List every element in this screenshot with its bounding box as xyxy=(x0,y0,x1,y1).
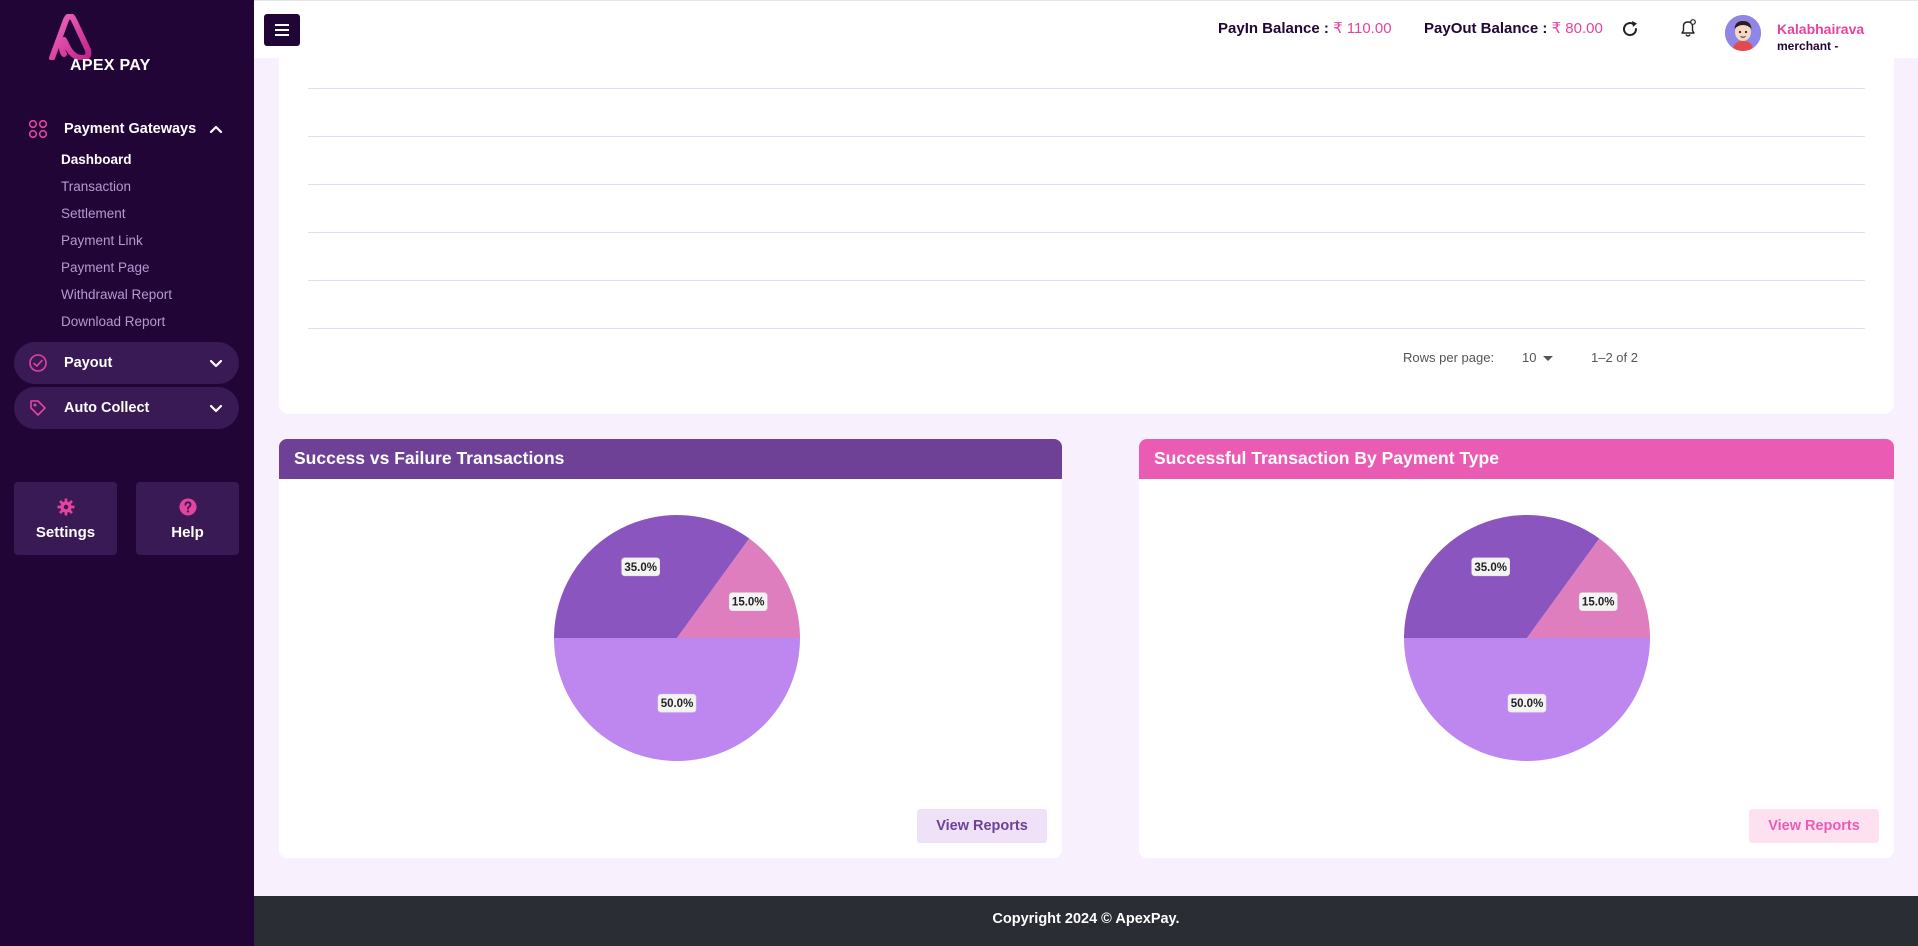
card-title: Success vs Failure Transactions xyxy=(294,448,565,468)
table-row-divider xyxy=(308,280,1865,281)
pie-label: 35.0% xyxy=(1471,557,1511,577)
apex-logo-icon xyxy=(49,14,92,60)
sidebar-item-download-report[interactable]: Download Report xyxy=(61,314,165,329)
chevron-down-icon xyxy=(209,359,223,368)
card-header: Success vs Failure Transactions xyxy=(279,439,1062,479)
table-row-divider xyxy=(308,88,1865,89)
brand-logo[interactable]: APEX PAY xyxy=(46,14,166,76)
payout-amount: ₹ 80.00 xyxy=(1551,20,1603,37)
footer: Copyright 2024 © ApexPay. xyxy=(254,896,1918,946)
svg-text:50.0%: 50.0% xyxy=(661,698,694,710)
tag-icon xyxy=(30,400,46,416)
sidebar-item-settlement[interactable]: Settlement xyxy=(61,206,126,221)
svg-text:50.0%: 50.0% xyxy=(1511,698,1544,710)
pie-label: 50.0% xyxy=(1507,693,1547,713)
nav-group-label: Payout xyxy=(64,355,113,371)
help-icon xyxy=(178,498,197,516)
check-circle-icon xyxy=(29,354,47,372)
sidebar-item-payment-page[interactable]: Payment Page xyxy=(61,260,150,275)
payment-type-card: Successful Transaction By Payment Type 3… xyxy=(1139,439,1894,858)
bell-icon[interactable] xyxy=(1678,18,1698,38)
refresh-icon[interactable] xyxy=(1620,19,1640,39)
sidebar-item-dashboard[interactable]: Dashboard xyxy=(61,152,132,167)
chevron-down-icon xyxy=(209,404,223,413)
payout-balance: PayOut Balance : ₹ 80.00 xyxy=(1424,19,1603,37)
pie-label: 50.0% xyxy=(657,693,697,713)
card-header: Successful Transaction By Payment Type xyxy=(1139,439,1894,479)
help-label: Help xyxy=(171,524,204,541)
sidebar-item-payment-link[interactable]: Payment Link xyxy=(61,233,143,248)
avatar-icon xyxy=(1725,15,1761,51)
svg-text:15.0%: 15.0% xyxy=(732,597,765,609)
svg-text:35.0%: 35.0% xyxy=(1474,562,1507,574)
view-reports-button[interactable]: View Reports xyxy=(1749,809,1879,843)
copyright-text: Copyright 2024 © ApexPay. xyxy=(992,911,1180,927)
user-avatar[interactable] xyxy=(1725,15,1761,51)
table-row-divider xyxy=(308,136,1865,137)
svg-text:35.0%: 35.0% xyxy=(624,562,657,574)
nav-group-label: Payment Gateways xyxy=(64,121,197,137)
payin-balance: PayIn Balance : ₹ 110.00 xyxy=(1218,19,1392,37)
nav-group-payment-gateways[interactable]: Payment Gateways xyxy=(14,108,239,150)
rows-per-page-label: Rows per page: xyxy=(1403,350,1495,365)
sidebar-item-withdrawal-report[interactable]: Withdrawal Report xyxy=(61,287,172,302)
nav-group-payout[interactable]: Payout xyxy=(14,342,239,384)
help-tile[interactable]: Help xyxy=(136,482,239,555)
gear-icon xyxy=(56,498,75,516)
payment-type-pie-chart: 35.0% 15.0% 50.0% xyxy=(1404,515,1650,761)
payin-amount: ₹ 110.00 xyxy=(1333,20,1392,37)
nav-group-label: Auto Collect xyxy=(64,400,150,416)
view-reports-button[interactable]: View Reports xyxy=(917,809,1047,843)
svg-text:15.0%: 15.0% xyxy=(1582,597,1615,609)
pie-label: 35.0% xyxy=(621,557,661,577)
pie-label: 15.0% xyxy=(728,592,768,612)
chevron-up-icon xyxy=(209,125,223,134)
nav-group-auto-collect[interactable]: Auto Collect xyxy=(14,387,239,429)
user-name[interactable]: Kalabhairava xyxy=(1777,21,1864,37)
settings-label: Settings xyxy=(35,524,96,541)
grid-icon xyxy=(28,119,48,139)
menu-toggle-button[interactable] xyxy=(264,14,300,46)
caret-down-icon[interactable] xyxy=(1543,356,1553,361)
card-title: Successful Transaction By Payment Type xyxy=(1154,448,1499,468)
success-failure-card: Success vs Failure Transactions 35.0% 15.… xyxy=(279,439,1062,858)
table-row-divider xyxy=(308,184,1865,185)
sidebar: APEX PAY Payment Gateways Dashboard Tran… xyxy=(0,0,254,946)
success-failure-pie-chart: 35.0% 15.0% 50.0% xyxy=(554,515,800,761)
brand-name: APEX PAY xyxy=(70,57,151,74)
settings-tile[interactable]: Settings xyxy=(14,482,117,555)
table-row-divider xyxy=(308,328,1865,329)
rows-per-page-select[interactable]: 10 xyxy=(1522,350,1536,365)
payout-label: PayOut Balance : xyxy=(1424,20,1548,37)
user-role: merchant - xyxy=(1777,39,1839,53)
pagination-range: 1–2 of 2 xyxy=(1591,350,1638,365)
sidebar-item-transaction[interactable]: Transaction xyxy=(61,179,131,194)
table-row-divider xyxy=(308,232,1865,233)
transactions-table-card: Rows per page: 10 1–2 of 2 xyxy=(279,58,1894,414)
pie-label: 15.0% xyxy=(1578,592,1618,612)
payin-label: PayIn Balance : xyxy=(1218,20,1329,37)
top-header: PayIn Balance : ₹ 110.00 PayOut Balance … xyxy=(254,0,1918,58)
